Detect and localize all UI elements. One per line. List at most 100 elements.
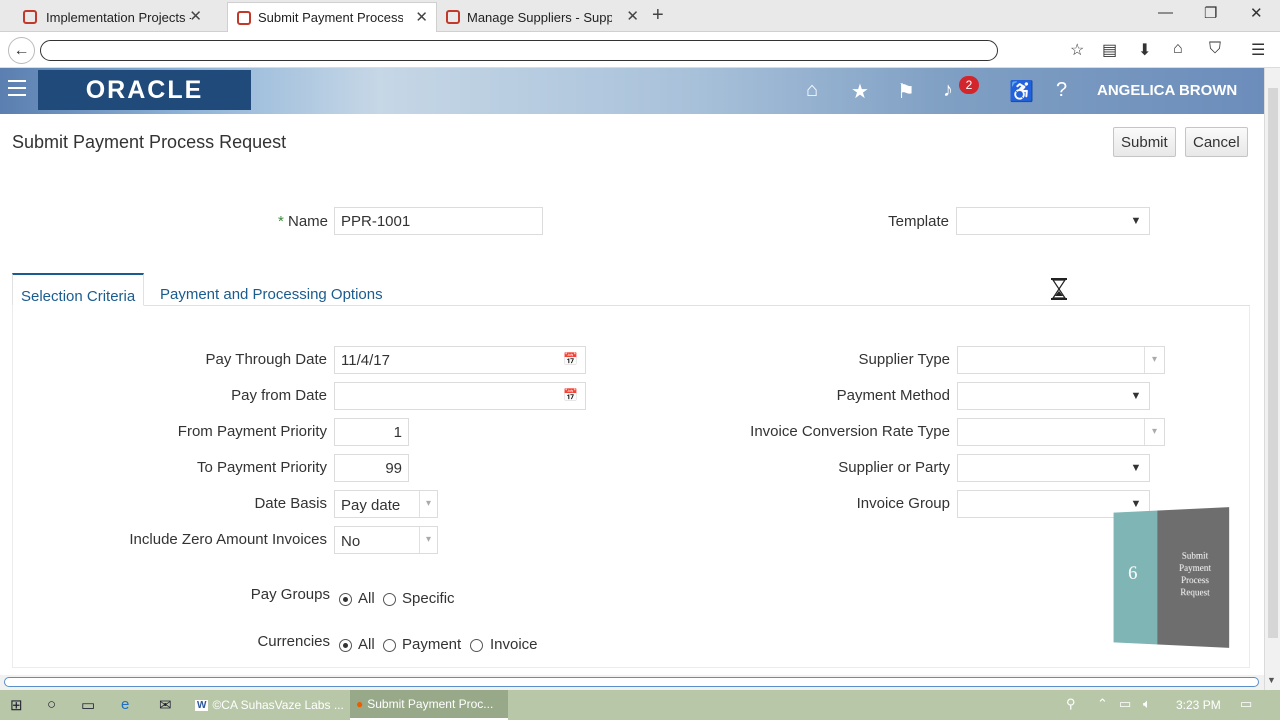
currencies-all-radio[interactable]	[339, 639, 352, 652]
mail-icon[interactable]: ✉	[159, 696, 172, 714]
date-basis-label: Date Basis	[254, 495, 327, 512]
currencies-invoice-radio[interactable]	[470, 639, 483, 652]
browser-menu-icon[interactable]: ☰	[1251, 40, 1265, 60]
browser-tab-bar: Implementation Projects - ... ✕ Submit P…	[0, 0, 1280, 32]
show-hidden-icons-chevron-icon[interactable]: ⌃	[1097, 696, 1108, 712]
oracle-favicon-icon	[237, 11, 251, 25]
scrollbar-thumb[interactable]	[1268, 88, 1278, 638]
pocket-icon[interactable]: ⛉	[1209, 40, 1221, 58]
volume-icon[interactable]: 🔈︎	[1143, 696, 1151, 712]
busy-hourglass-icon	[1051, 278, 1067, 300]
payment-method-label: Payment Method	[836, 387, 950, 404]
notifications-bell-icon[interactable]: ♪	[943, 79, 953, 102]
chevron-down-icon[interactable]: ▾	[1144, 347, 1164, 373]
bookmark-star-icon[interactable]: ☆	[1070, 40, 1084, 60]
people-icon[interactable]: ⚲	[1066, 696, 1076, 712]
close-tab-icon[interactable]: ✕	[415, 8, 428, 26]
network-icon[interactable]: ▭	[1119, 696, 1131, 712]
name-label: * Name	[277, 213, 328, 230]
calendar-icon[interactable]: 📅	[563, 388, 579, 404]
action-center-icon[interactable]: ▭	[1240, 696, 1252, 712]
page-title: Submit Payment Process Request	[12, 132, 287, 152]
user-menu[interactable]: ANGELICA BROWN	[1097, 82, 1237, 99]
close-tab-icon[interactable]: ✕	[189, 7, 202, 25]
currencies-all-label[interactable]: All	[358, 636, 375, 653]
download-icon[interactable]: ⬇	[1138, 40, 1151, 60]
payment-method-dropdown[interactable]: ▼	[957, 382, 1150, 410]
notification-count-badge: 2	[959, 76, 979, 94]
browser-tab-manage-suppliers[interactable]: Manage Suppliers - Suppl... ✕	[437, 2, 647, 32]
restore-window-icon[interactable]: ❐	[1204, 4, 1217, 22]
thumbnail-number: 6	[1128, 562, 1138, 584]
tab-payment-processing-options[interactable]: Payment and Processing Options	[152, 273, 391, 306]
vertical-scrollbar[interactable]	[1264, 68, 1280, 690]
home-icon[interactable]: ⌂	[1173, 40, 1183, 58]
calendar-icon[interactable]: 📅	[563, 352, 579, 368]
thumbnail-title: Submit Payment Process Request	[1179, 550, 1212, 598]
scrollbar-thumb[interactable]	[4, 677, 1259, 687]
watchlist-flag-icon[interactable]: ⚑	[897, 79, 915, 104]
minimize-window-icon[interactable]: —	[1158, 4, 1173, 21]
submit-button[interactable]: Submit	[1113, 127, 1176, 157]
pay-groups-all-label[interactable]: All	[358, 590, 375, 607]
browser-tab-submit-payment[interactable]: Submit Payment Process ... ✕	[227, 2, 437, 32]
back-arrow-icon[interactable]: ←	[8, 37, 35, 64]
cancel-button[interactable]: Cancel	[1185, 127, 1248, 157]
pay-through-date-field[interactable]: 11/4/17 📅	[334, 346, 586, 374]
invoice-conversion-rate-type-label: Invoice Conversion Rate Type	[750, 423, 950, 440]
date-basis-dropdown[interactable]: Pay date ▾	[334, 490, 438, 518]
to-payment-priority-field[interactable]: 99	[334, 454, 409, 482]
include-zero-amount-dropdown[interactable]: No ▾	[334, 526, 438, 554]
accessibility-icon[interactable]: ♿	[1009, 79, 1034, 104]
pay-groups-specific-radio[interactable]	[383, 593, 396, 606]
currencies-payment-radio[interactable]	[383, 639, 396, 652]
help-icon[interactable]: ?	[1056, 79, 1067, 102]
taskbar-clock[interactable]: 3:23 PM	[1176, 698, 1221, 712]
oracle-logo[interactable]: ORACLE	[38, 70, 251, 110]
taskbar-app-firefox[interactable]: ● Submit Payment Proc...	[350, 690, 508, 720]
scroll-down-arrow-icon[interactable]: ▼	[1267, 675, 1276, 685]
to-payment-priority-label: To Payment Priority	[196, 459, 327, 476]
currencies-invoice-label[interactable]: Invoice	[490, 636, 538, 653]
edge-browser-icon[interactable]: e	[121, 696, 129, 713]
pay-groups-all-radio[interactable]	[339, 593, 352, 606]
dropdown-arrow-icon[interactable]: ▼	[1123, 455, 1149, 481]
invoice-conversion-rate-type-dropdown[interactable]: ▾	[957, 418, 1165, 446]
required-asterisk: *	[277, 213, 284, 230]
navigator-menu-icon[interactable]	[8, 80, 26, 101]
chevron-down-icon[interactable]: ▾	[419, 491, 437, 517]
pay-groups-specific-label[interactable]: Specific	[402, 590, 455, 607]
dropdown-arrow-icon[interactable]: ▼	[1123, 208, 1149, 234]
from-payment-priority-field[interactable]: 1	[334, 418, 409, 446]
browser-tab-label: Implementation Projects - ...	[46, 9, 191, 25]
browser-tab-implementation-projects[interactable]: Implementation Projects - ... ✕	[0, 2, 210, 32]
horizontal-scrollbar[interactable]	[0, 675, 1264, 690]
windows-start-icon[interactable]: ⊞	[10, 696, 23, 714]
word-app-icon: W	[195, 699, 209, 711]
browser-tab-label: Manage Suppliers - Suppl...	[467, 9, 612, 25]
tab-selection-criteria[interactable]: Selection Criteria	[12, 273, 145, 306]
close-tab-icon[interactable]: ✕	[626, 7, 639, 25]
new-tab-button[interactable]: +	[652, 4, 664, 27]
pay-from-date-field[interactable]: 📅	[334, 382, 586, 410]
close-window-icon[interactable]: ✕	[1250, 4, 1263, 22]
pay-from-date-label: Pay from Date	[231, 387, 327, 404]
cortana-search-icon[interactable]: ○	[47, 696, 56, 713]
name-field[interactable]: PPR-1001	[334, 207, 543, 235]
video-thumbnail-overlay: 6 Submit Payment Process Request	[1113, 507, 1230, 648]
reading-list-icon[interactable]: ▤	[1102, 40, 1117, 60]
supplier-or-party-dropdown[interactable]: ▼	[957, 454, 1150, 482]
taskbar-app-word[interactable]: W ©CA SuhasVaze Labs ...	[189, 690, 347, 720]
favorites-star-icon[interactable]: ★	[851, 79, 869, 104]
chevron-down-icon[interactable]: ▾	[419, 527, 437, 553]
task-view-icon[interactable]: ▭	[81, 696, 95, 714]
dropdown-arrow-icon[interactable]: ▼	[1123, 383, 1149, 409]
chevron-down-icon[interactable]: ▾	[1144, 419, 1164, 445]
app-header: ORACLE ⌂ ★ ⚑ ♪ 2 ♿ ? ANGELICA BROWN	[0, 68, 1264, 114]
address-bar[interactable]	[40, 40, 998, 61]
currencies-payment-label[interactable]: Payment	[402, 636, 461, 653]
home-icon[interactable]: ⌂	[806, 79, 818, 102]
supplier-type-dropdown[interactable]: ▾	[957, 346, 1165, 374]
template-dropdown[interactable]: ▼	[956, 207, 1150, 235]
browser-nav-bar: ← ☆ ▤ ⬇ ⌂ ⛉ ☰	[0, 32, 1280, 68]
